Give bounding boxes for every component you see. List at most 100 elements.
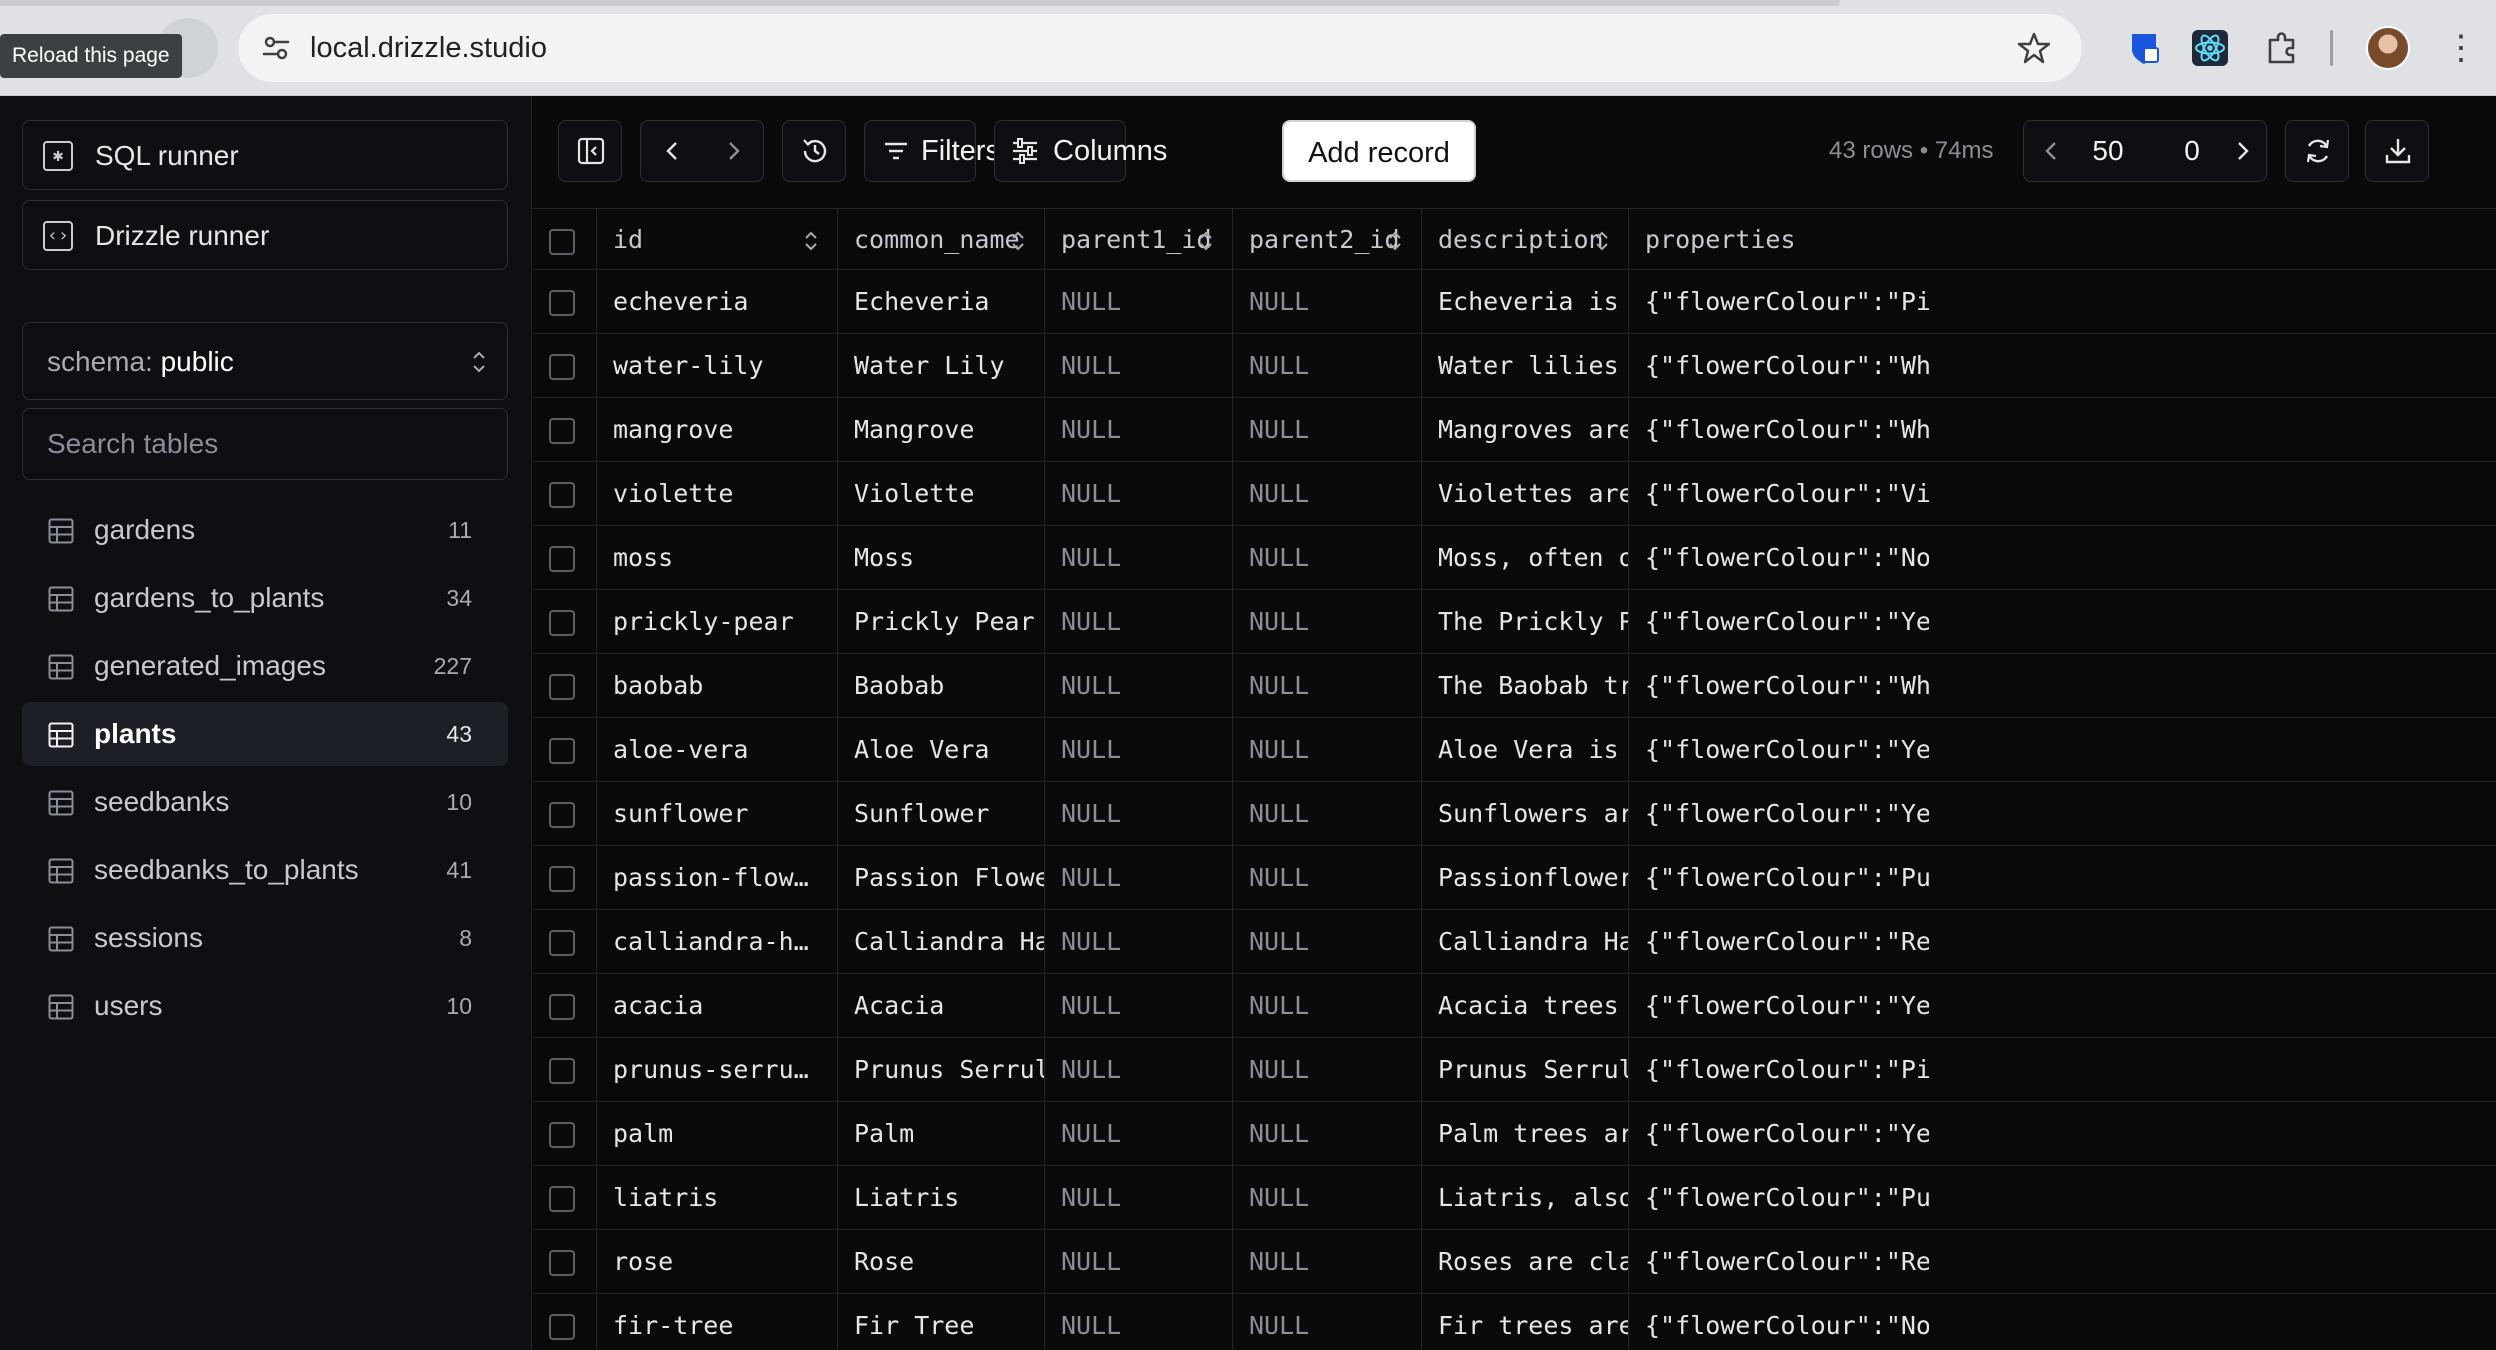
table-cell[interactable]: NULL xyxy=(1045,1230,1233,1293)
table-cell[interactable]: Acacia trees have… xyxy=(1422,974,1629,1037)
table-cell[interactable]: Echeveria xyxy=(838,270,1045,333)
row-checkbox[interactable] xyxy=(549,738,575,764)
columns-button[interactable]: Columns xyxy=(994,120,1167,182)
table-cell[interactable]: Liatris, also kno… xyxy=(1422,1166,1629,1229)
bookmark-star-icon[interactable] xyxy=(2016,30,2052,66)
table-cell[interactable]: Aloe Vera is a su… xyxy=(1422,718,1629,781)
table-cell[interactable]: NULL xyxy=(1233,270,1422,333)
table-cell[interactable]: NULL xyxy=(1233,462,1422,525)
row-checkbox[interactable] xyxy=(549,1250,575,1276)
row-checkbox[interactable] xyxy=(549,674,575,700)
table-cell[interactable]: fir-tree xyxy=(597,1294,838,1350)
table-cell[interactable]: Mangrove xyxy=(838,398,1045,461)
table-cell[interactable]: Roses are classic… xyxy=(1422,1230,1629,1293)
url-text[interactable]: local.drizzle.studio xyxy=(310,14,547,82)
table-cell[interactable]: NULL xyxy=(1045,718,1233,781)
column-header[interactable]: parent1_id xyxy=(1045,209,1233,269)
row-checkbox[interactable] xyxy=(549,1058,575,1084)
table-cell[interactable]: sunflower xyxy=(597,782,838,845)
table-cell[interactable]: Mangroves are vit… xyxy=(1422,398,1629,461)
sort-icon[interactable] xyxy=(1594,229,1610,253)
column-header[interactable]: common_name xyxy=(838,209,1045,269)
row-checkbox[interactable] xyxy=(549,1186,575,1212)
table-cell[interactable]: NULL xyxy=(1233,1166,1422,1229)
table-row[interactable]: liatrisLiatrisNULLNULLLiatris, also kno…… xyxy=(533,1166,2496,1230)
table-cell[interactable]: NULL xyxy=(1233,334,1422,397)
table-cell[interactable]: NULL xyxy=(1233,1230,1422,1293)
filters-button[interactable]: Filters xyxy=(864,120,1000,182)
table-cell[interactable]: NULL xyxy=(1045,1102,1233,1165)
table-row[interactable]: sunflowerSunflowerNULLNULLSunflowers are… xyxy=(533,782,2496,846)
row-checkbox[interactable] xyxy=(549,290,575,316)
table-row[interactable]: echeveriaEcheveriaNULLNULLEcheveria is a… xyxy=(533,270,2496,334)
table-cell[interactable]: Palm trees are tr… xyxy=(1422,1102,1629,1165)
row-checkbox[interactable] xyxy=(549,1122,575,1148)
table-row[interactable]: prunus-serru…Prunus SerrulataNULLNULLPru… xyxy=(533,1038,2496,1102)
table-cell[interactable]: {"flowerColour":"White"," xyxy=(1629,334,1929,397)
table-row[interactable]: baobabBaobabNULLNULLThe Baobab tree i…{"… xyxy=(533,654,2496,718)
table-cell[interactable]: NULL xyxy=(1233,846,1422,909)
table-cell[interactable]: prickly-pear xyxy=(597,590,838,653)
table-item-sessions[interactable]: sessions 8 xyxy=(22,906,508,970)
table-cell[interactable]: {"flowerColour":"Yellow", xyxy=(1629,974,1929,1037)
table-cell[interactable]: NULL xyxy=(1045,270,1233,333)
table-row[interactable]: mossMossNULLNULLMoss, often overl…{"flow… xyxy=(533,526,2496,590)
column-header[interactable]: description xyxy=(1422,209,1629,269)
history-button[interactable] xyxy=(782,120,846,182)
table-row[interactable]: roseRoseNULLNULLRoses are classic…{"flow… xyxy=(533,1230,2496,1294)
table-cell[interactable]: prunus-serru… xyxy=(597,1038,838,1101)
column-header[interactable]: properties xyxy=(1629,209,1929,269)
row-checkbox[interactable] xyxy=(549,354,575,380)
row-checkbox[interactable] xyxy=(549,802,575,828)
table-cell[interactable]: Prickly Pear xyxy=(838,590,1045,653)
table-cell[interactable]: {"flowerColour":"Yellow", xyxy=(1629,1102,1929,1165)
table-cell[interactable]: Fir trees are tow… xyxy=(1422,1294,1629,1350)
table-cell[interactable]: Baobab xyxy=(838,654,1045,717)
table-cell[interactable]: NULL xyxy=(1045,1166,1233,1229)
next-page-icon[interactable] xyxy=(2228,137,2256,165)
search-tables-input[interactable] xyxy=(22,408,508,480)
sql-runner-button[interactable]: ✱ SQL runner xyxy=(22,120,508,190)
table-cell[interactable]: Calliandra Haemat… xyxy=(1422,910,1629,973)
table-cell[interactable]: NULL xyxy=(1045,462,1233,525)
table-cell[interactable]: NULL xyxy=(1045,1294,1233,1350)
table-item-plants[interactable]: plants 43 xyxy=(22,702,508,766)
table-cell[interactable]: Sunflowers are kn… xyxy=(1422,782,1629,845)
table-cell[interactable]: Water lilies are … xyxy=(1422,334,1629,397)
table-cell[interactable]: NULL xyxy=(1045,974,1233,1037)
row-checkbox[interactable] xyxy=(549,546,575,572)
schema-select[interactable]: schema: public xyxy=(22,322,508,400)
table-cell[interactable]: violette xyxy=(597,462,838,525)
extensions-puzzle-icon[interactable] xyxy=(2262,28,2302,68)
table-cell[interactable]: NULL xyxy=(1045,398,1233,461)
browser-menu-icon[interactable]: ⋮ xyxy=(2444,28,2478,68)
table-cell[interactable]: Palm xyxy=(838,1102,1045,1165)
table-cell[interactable]: echeveria xyxy=(597,270,838,333)
table-cell[interactable]: calliandra-h… xyxy=(597,910,838,973)
table-cell[interactable]: {"flowerColour":"White"," xyxy=(1629,398,1929,461)
table-cell[interactable]: Fir Tree xyxy=(838,1294,1045,1350)
table-row[interactable]: acaciaAcaciaNULLNULLAcacia trees have…{"… xyxy=(533,974,2496,1038)
row-checkbox[interactable] xyxy=(549,610,575,636)
sort-icon[interactable] xyxy=(803,229,819,253)
table-cell[interactable]: mangrove xyxy=(597,398,838,461)
table-cell[interactable]: {"flowerColour":"Purple", xyxy=(1629,1166,1929,1229)
site-settings-icon[interactable] xyxy=(260,32,292,64)
sort-icon[interactable] xyxy=(1198,229,1214,253)
table-cell[interactable]: NULL xyxy=(1045,526,1233,589)
table-item-gardens-to-plants[interactable]: gardens_to_plants 34 xyxy=(22,566,508,630)
table-cell[interactable]: Moss, often overl… xyxy=(1422,526,1629,589)
sort-icon[interactable] xyxy=(1387,229,1403,253)
table-cell[interactable]: Prunus Serrulata,… xyxy=(1422,1038,1629,1101)
toggle-sidebar-button[interactable] xyxy=(558,120,622,182)
table-row[interactable]: prickly-pear Prickly Pear NULL NULL The Pric… xyxy=(533,590,2496,654)
table-cell[interactable]: Sunflower xyxy=(838,782,1045,845)
table-cell[interactable]: NULL xyxy=(1045,334,1233,397)
table-item-seedbanks-to-plants[interactable]: seedbanks_to_plants 41 xyxy=(22,838,508,902)
table-cell[interactable]: {"flowerColour":"Yellow", xyxy=(1629,782,1929,845)
table-cell[interactable]: NULL xyxy=(1233,398,1422,461)
table-cell[interactable]: {"flowerColour":"Yellow", xyxy=(1629,590,1929,653)
table-cell[interactable]: {"flowerColour":"Violet", xyxy=(1629,462,1929,525)
table-cell[interactable]: NULL xyxy=(1045,1038,1233,1101)
password-manager-extension-icon[interactable] xyxy=(2124,28,2164,68)
